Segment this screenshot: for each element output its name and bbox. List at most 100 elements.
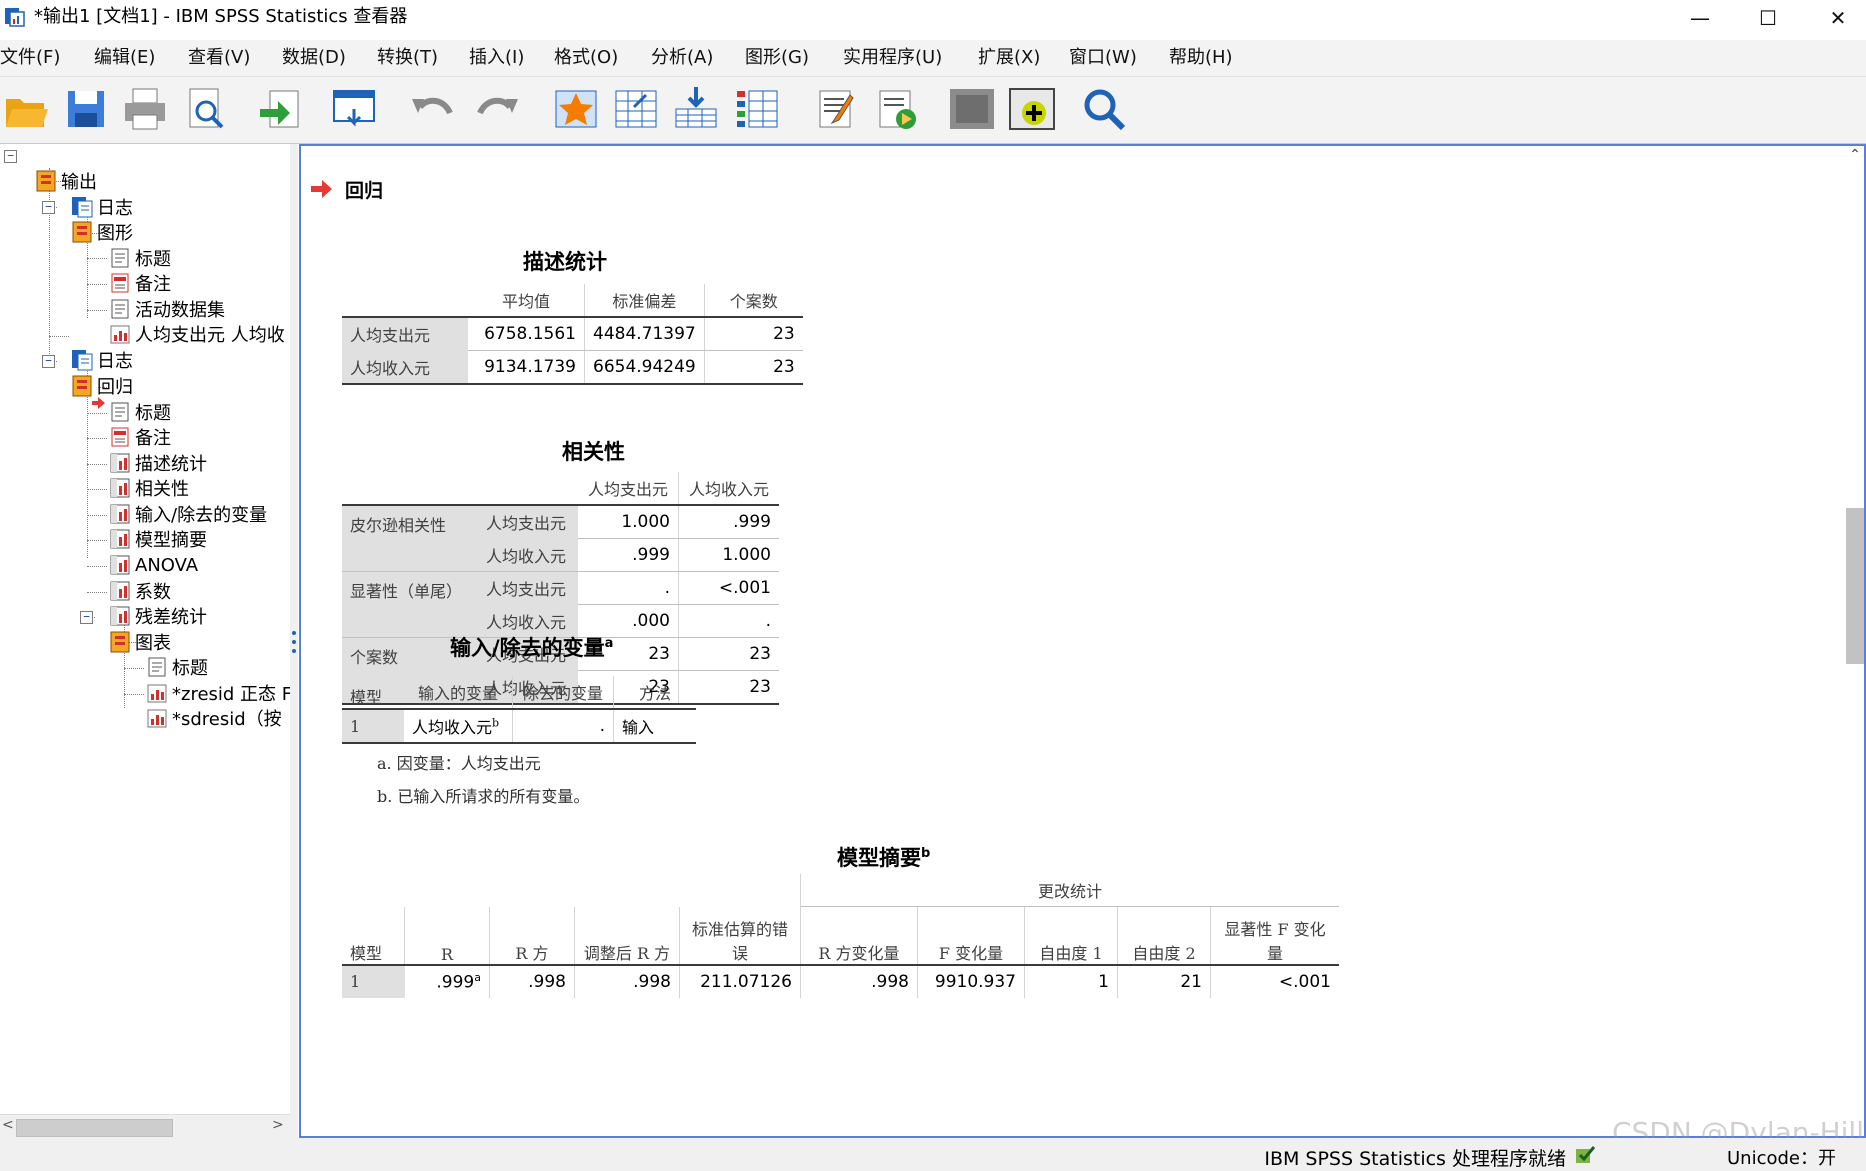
tree-item-graph-dataset[interactable]: 活动数据集 [108,297,225,321]
redo-icon[interactable] [474,85,522,133]
minimize-button[interactable]: — [1668,0,1732,36]
row-label: 人均支出元 [342,316,468,351]
outline-scroll-thumb[interactable] [16,1119,173,1137]
goto-data-icon[interactable] [552,85,600,133]
tree-item-charts-zresid[interactable]: *zresid 正态 F [145,681,290,705]
menu-edit[interactable]: 编辑(E) [94,46,155,70]
tree-item-graph-chart[interactable]: 人均支出元 人均收 [108,322,285,346]
scroll-right-icon[interactable]: > [272,1117,284,1133]
goto-case-icon[interactable] [612,85,660,133]
save-icon[interactable] [62,85,110,133]
menu-format[interactable]: 格式(O) [554,46,618,70]
cell-mean: 6758.1561 [468,316,585,351]
recall-dialog-icon[interactable] [330,85,378,133]
entered-removed-table[interactable]: 模型 输入的变量 除去的变量 方法 1 人均收入元b . 输入 [342,676,696,744]
group-label: 显著性（单尾） [342,571,478,638]
print-preview-icon[interactable] [182,85,230,133]
tree-label: 图表 [135,633,171,654]
desc-stats-title: 描述统计 [523,250,607,274]
tree-label: 人均支出元 人均收 [135,325,285,346]
menu-help[interactable]: 帮助(H) [1169,46,1233,70]
tree-item-log[interactable]: 日志 [70,195,133,219]
menu-extensions[interactable]: 扩展(X) [978,46,1040,70]
menu-bar: 文件(F) 编辑(E) 查看(V) 数据(D) 转换(T) 插入(I) 格式(O… [0,40,1866,77]
tree-item-log-2[interactable]: 日志 [70,348,133,372]
outline-pane: − − − − 输出 日志 图形 标题 备注 活动数据集 人均支出元 人均收 日… [0,144,291,1114]
cell-r-text: .999 [436,972,475,993]
tree-item-output[interactable]: 输出 [34,169,97,193]
print-icon[interactable] [121,85,169,133]
menu-transform[interactable]: 转换(T) [377,46,438,70]
collapse-graph-toggle[interactable]: − [42,201,55,214]
tree-label: 图形 [97,223,133,244]
insert-title-icon[interactable] [812,85,860,133]
show-hide-icon[interactable] [948,85,996,133]
tree-item-reg-anova[interactable]: ANOVA [108,553,198,577]
tree-item-reg-corr[interactable]: 相关性 [108,476,189,500]
row-label: 人均支出元 [478,571,578,605]
maximize-button[interactable]: ☐ [1736,0,1800,36]
tree-item-reg-coef[interactable]: 系数 [108,579,171,603]
content-scroll-thumb[interactable] [1846,508,1864,664]
table-row: 1 .999a .998 .998 211.07126 .998 9910.93… [342,963,1339,998]
scroll-left-icon[interactable]: < [2,1117,14,1133]
open-icon[interactable] [2,85,50,133]
tree-item-charts-title[interactable]: 标题 [145,655,208,679]
tree-item-reg-desc[interactable]: 描述统计 [108,451,207,475]
model-summary-table[interactable]: 更改统计 模型 R R 方 调整后 R 方 标准估算的错误 R 方变化量 F 变… [342,874,1339,998]
menu-window[interactable]: 窗口(W) [1069,46,1137,70]
processor-status: IBM SPSS Statistics 处理程序就绪 [1264,1148,1566,1170]
desc-stats-table[interactable]: 平均值 标准偏差 个案数 人均支出元 6758.1561 4484.71397 … [342,284,803,385]
cell-sd: 6654.94249 [584,350,705,385]
tree-item-graph-notes[interactable]: 备注 [108,271,171,295]
tree-item-reg-resid[interactable]: 残差统计 [108,604,207,628]
tree-item-charts-sdresid[interactable]: *sdresid（按 [145,706,282,730]
insert-heading-icon[interactable] [672,85,720,133]
tree-item-reg-summary[interactable]: 模型摘要 [108,527,207,551]
outline-horizontal-scrollbar[interactable]: < > [0,1114,290,1139]
tree-item-reg-entered[interactable]: 输入/除去的变量 [108,502,267,526]
column-header: 模型 [342,906,405,965]
menu-utilities[interactable]: 实用程序(U) [843,46,942,70]
menu-file[interactable]: 文件(F) [0,46,60,70]
search-icon[interactable] [1080,85,1128,133]
tree-item-charts[interactable]: 图表 [108,630,171,654]
column-header: 标准估算的错误 [679,906,801,965]
menu-analyze[interactable]: 分析(A) [651,46,713,70]
close-button[interactable]: ✕ [1806,0,1866,36]
variables-icon[interactable] [733,85,781,133]
splitter-grip-icon[interactable] [292,630,296,654]
tree-item-reg-title[interactable]: 标题 [108,400,171,424]
cell-n: 23 [704,316,803,351]
undo-icon[interactable] [408,85,456,133]
tree-label: ANOVA [135,554,199,576]
table-row: 皮尔逊相关性 人均支出元 1.000 .999 [342,504,779,572]
notes-icon [108,271,132,295]
row-label: 人均支出元 [478,504,578,539]
tree-item-graph-title[interactable]: 标题 [108,246,171,270]
column-header: 显著性 F 变化量 [1210,906,1339,965]
table-row: 1 人均收入元b . 输入 [342,708,696,744]
column-header: R [404,906,490,965]
log-icon [70,348,94,372]
scroll-up-icon[interactable]: ⌃ [1848,148,1862,162]
menu-view[interactable]: 查看(V) [188,46,250,70]
menu-insert[interactable]: 插入(I) [469,46,524,70]
processor-ready-icon [1574,1143,1596,1165]
cell-value: . [578,571,679,605]
insert-chart-icon[interactable] [1008,85,1056,133]
insert-text-icon[interactable] [872,85,920,133]
collapse-charts-toggle[interactable]: − [80,611,93,624]
collapse-regression-toggle[interactable]: − [42,355,55,368]
tree-item-reg-notes[interactable]: 备注 [108,425,171,449]
collapse-output-toggle[interactable]: − [4,150,17,163]
tree-item-graph[interactable]: 图形 [70,220,133,244]
column-header: 自由度 1 [1024,906,1118,965]
export-icon[interactable] [256,85,304,133]
pivot-table-icon [108,527,132,551]
menu-data[interactable]: 数据(D) [282,46,346,70]
menu-graphs[interactable]: 图形(G) [745,46,809,70]
cell-value: <.001 [678,571,779,605]
footnote-marker: a [604,636,614,651]
correlations-table[interactable]: 人均支出元 人均收入元 皮尔逊相关性 人均支出元 1.000 .999 人均收入… [342,472,779,705]
